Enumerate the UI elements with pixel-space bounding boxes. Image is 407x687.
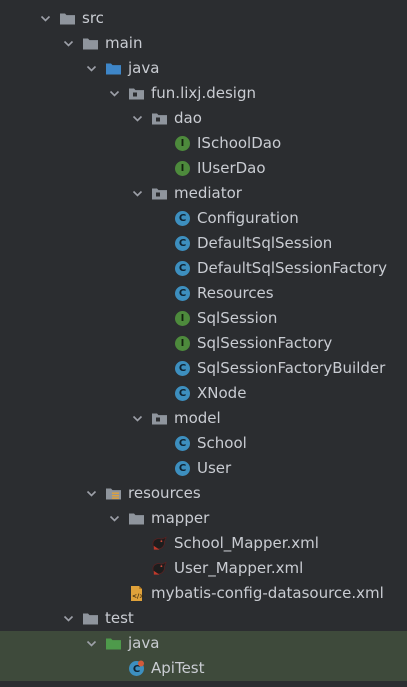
expand-arrow-icon[interactable] (130, 406, 144, 431)
class-icon: C (174, 285, 191, 302)
tree-node-label: main (105, 34, 143, 52)
tree-node-java[interactable]: java (0, 631, 407, 656)
tree-node-label: ApiTest (151, 659, 205, 677)
tree-node-java[interactable]: java (0, 56, 407, 81)
tree-node-label: XNode (197, 384, 247, 402)
expand-arrow-icon[interactable] (84, 56, 98, 81)
tree-node-label: User_Mapper.xml (174, 559, 304, 577)
tree-node-sqlsessionfactorybuilder[interactable]: C SqlSessionFactoryBuilder (0, 356, 407, 381)
mybatis-icon (151, 560, 168, 577)
interface-icon: I (174, 135, 191, 152)
tree-node-label: SqlSession (197, 309, 278, 327)
tree-node-label: java (128, 634, 160, 652)
tree-node-mapper[interactable]: mapper (0, 506, 407, 531)
tree-node-configuration[interactable]: C Configuration (0, 206, 407, 231)
expand-arrow-icon[interactable] (107, 81, 121, 106)
tree-node-label: SqlSessionFactory (197, 334, 333, 352)
tree-node-label: IUserDao (197, 159, 266, 177)
expand-arrow-icon[interactable] (84, 631, 98, 656)
source-folder-icon (105, 60, 122, 77)
folder-icon (82, 610, 99, 627)
tree-node-user[interactable]: C User (0, 456, 407, 481)
class-icon: C (174, 435, 191, 452)
tree-node-label: Resources (197, 284, 274, 302)
class-icon: C (174, 385, 191, 402)
mybatis-icon (151, 535, 168, 552)
tree-node-user-mapper-xml[interactable]: User_Mapper.xml (0, 556, 407, 581)
tree-node-sqlsessionfactory[interactable]: I SqlSessionFactory (0, 331, 407, 356)
class-icon: C (174, 360, 191, 377)
tree-node-mediator[interactable]: mediator (0, 181, 407, 206)
expand-arrow-icon[interactable] (130, 181, 144, 206)
tree-node-school-mapper-xml[interactable]: School_Mapper.xml (0, 531, 407, 556)
expand-arrow-icon[interactable] (84, 481, 98, 506)
tree-node-label: mapper (151, 509, 210, 527)
tree-node-defaultsqlsessionfactory[interactable]: C DefaultSqlSessionFactory (0, 256, 407, 281)
expand-arrow-icon[interactable] (61, 606, 75, 631)
tree-node-label: DefaultSqlSession (197, 234, 333, 252)
expand-arrow-icon[interactable] (38, 6, 52, 31)
tree-node-fun-lixj-design[interactable]: fun.lixj.design (0, 81, 407, 106)
class-icon: C (174, 260, 191, 277)
test-folder-icon (105, 635, 122, 652)
interface-icon: I (174, 310, 191, 327)
tree-node-xnode[interactable]: C XNode (0, 381, 407, 406)
tree-node-resources[interactable]: C Resources (0, 281, 407, 306)
bottom-edge (0, 683, 407, 687)
tree-node-ischooldao[interactable]: I ISchoolDao (0, 131, 407, 156)
tree-node-label: Configuration (197, 209, 299, 227)
svg-text:</>: </> (132, 593, 144, 600)
expand-arrow-icon[interactable] (130, 106, 144, 131)
tree-node-label: fun.lixj.design (151, 84, 256, 102)
tree-node-model[interactable]: model (0, 406, 407, 431)
tree-node-iuserdao[interactable]: I IUserDao (0, 156, 407, 181)
tree-node-defaultsqlsession[interactable]: C DefaultSqlSession (0, 231, 407, 256)
xml-file-icon: </> (128, 585, 145, 602)
folder-icon (59, 10, 76, 27)
tree-node-label: ISchoolDao (197, 134, 282, 152)
package-icon (151, 110, 168, 127)
package-icon (128, 85, 145, 102)
tree-node-label: model (174, 409, 221, 427)
tree-node-resources[interactable]: resources (0, 481, 407, 506)
resources-folder-icon (105, 485, 122, 502)
tree-node-main[interactable]: main (0, 31, 407, 56)
package-icon (151, 185, 168, 202)
class-icon: C (174, 210, 191, 227)
tree-node-label: School_Mapper.xml (174, 534, 319, 552)
tree-node-label: resources (128, 484, 201, 502)
tree-node-label: mediator (174, 184, 242, 202)
tree-node-label: School (197, 434, 247, 452)
folder-icon (128, 510, 145, 527)
class-icon: C (174, 235, 191, 252)
tree-node-src[interactable]: src (0, 6, 407, 31)
tree-node-mybatis-config-datasource-xml[interactable]: </> mybatis-config-datasource.xml (0, 581, 407, 606)
interface-icon: I (174, 160, 191, 177)
tree-node-label: src (82, 9, 104, 27)
tree-node-school[interactable]: C School (0, 431, 407, 456)
tree-node-label: SqlSessionFactoryBuilder (197, 359, 386, 377)
folder-icon (82, 35, 99, 52)
class-icon: C (174, 460, 191, 477)
test-class-icon: C (128, 660, 145, 677)
project-tree: src main java fun.lixj.design dao I ISchoolDao… (0, 6, 407, 681)
tree-node-dao[interactable]: dao (0, 106, 407, 131)
tree-node-label: User (197, 459, 232, 477)
tree-node-label: test (105, 609, 134, 627)
tree-node-sqlsession[interactable]: I SqlSession (0, 306, 407, 331)
package-icon (151, 410, 168, 427)
interface-icon: I (174, 335, 191, 352)
expand-arrow-icon[interactable] (61, 31, 75, 56)
expand-arrow-icon[interactable] (107, 506, 121, 531)
tree-node-label: java (128, 59, 160, 77)
tree-node-test[interactable]: test (0, 606, 407, 631)
tree-node-apitest[interactable]: C ApiTest (0, 656, 407, 681)
tree-node-label: mybatis-config-datasource.xml (151, 584, 384, 602)
tree-node-label: dao (174, 109, 202, 127)
tree-node-label: DefaultSqlSessionFactory (197, 259, 388, 277)
